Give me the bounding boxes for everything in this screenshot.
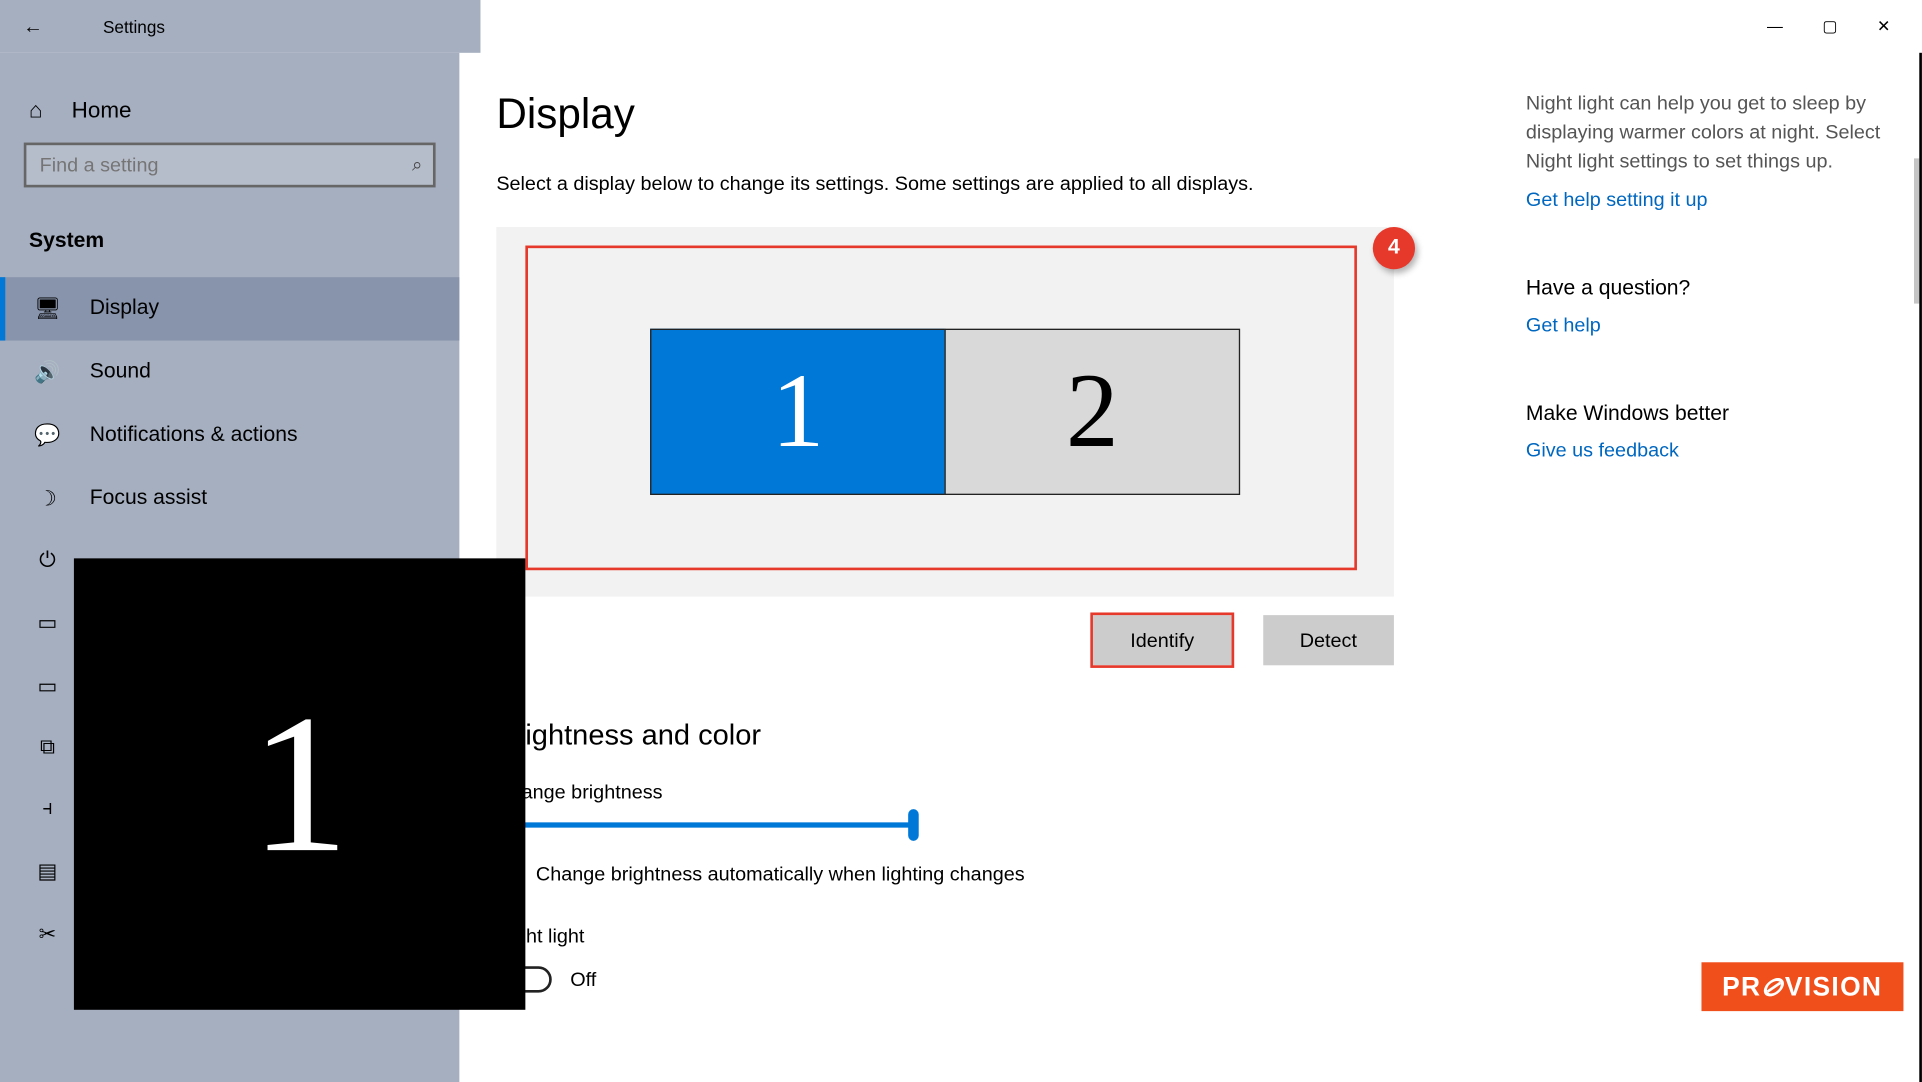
sound-icon: 🔊 <box>34 359 60 385</box>
page-intro: Select a display below to change its set… <box>496 173 1473 195</box>
night-light-label: Night light <box>496 925 1473 947</box>
sidebar-item-label: Sound <box>90 360 151 384</box>
power-icon: ⏻ <box>34 549 60 573</box>
title-bar: ← Settings — ▢ ✕ <box>0 0 1922 53</box>
display-icon: 🖥 <box>34 296 60 322</box>
identify-button[interactable]: Identify <box>1093 615 1231 665</box>
shared-icon: ✂ <box>34 921 60 947</box>
home-icon: ⌂ <box>29 98 43 124</box>
identify-overlay: 1 <box>74 558 525 1009</box>
display-arrangement-area[interactable]: 4 1 2 <box>496 227 1394 597</box>
tablet-icon: ⧉ <box>34 737 60 761</box>
sidebar-item-sound[interactable]: 🔊 Sound <box>0 341 459 404</box>
auto-brightness-label: Change brightness automatically when lig… <box>536 863 1025 885</box>
search-icon: ⌕ <box>412 153 422 175</box>
sidebar-item-notifications[interactable]: 💬 Notifications & actions <box>0 404 459 467</box>
have-question-heading: Have a question? <box>1526 278 1882 302</box>
search-input[interactable] <box>24 143 436 188</box>
sidebar-item-display[interactable]: 🖥 Display <box>0 277 459 340</box>
multitasking-icon: ⫞ <box>34 797 60 821</box>
sidebar-item-label: Display <box>90 297 159 321</box>
back-button[interactable]: ← <box>0 15 66 37</box>
minimize-button[interactable]: — <box>1767 17 1783 35</box>
project-icon: ▤ <box>34 858 60 884</box>
focus-icon: ☽ <box>34 486 60 512</box>
section-brightness-color: Brightness and color <box>496 718 1473 752</box>
sidebar-home[interactable]: ⌂ Home <box>0 84 459 142</box>
annotation-badge: 4 <box>1373 227 1415 269</box>
sidebar-item-focus-assist[interactable]: ☽ Focus assist <box>0 467 459 530</box>
night-light-help-link[interactable]: Get help setting it up <box>1526 189 1708 211</box>
monitor-2[interactable]: 2 <box>944 329 1240 495</box>
notifications-icon: 💬 <box>34 422 60 448</box>
close-button[interactable]: ✕ <box>1877 17 1890 35</box>
make-windows-better-heading: Make Windows better <box>1526 403 1882 427</box>
sidebar-group-system: System <box>0 211 459 277</box>
battery-icon: ▭ <box>34 610 60 636</box>
brightness-label: Change brightness <box>496 781 1473 803</box>
detect-button[interactable]: Detect <box>1263 615 1394 665</box>
night-light-help-text: Night light can help you get to sleep by… <box>1526 90 1882 176</box>
night-light-state: Off <box>570 968 596 990</box>
help-panel: Night light can help you get to sleep by… <box>1526 90 1922 1082</box>
brightness-slider[interactable] <box>496 822 913 827</box>
maximize-button[interactable]: ▢ <box>1822 17 1837 35</box>
sidebar-item-label: Focus assist <box>90 487 207 511</box>
slider-thumb[interactable] <box>908 809 919 841</box>
get-help-link[interactable]: Get help <box>1526 314 1601 336</box>
give-feedback-link[interactable]: Give us feedback <box>1526 440 1679 462</box>
page-title: Display <box>496 90 1473 139</box>
sidebar-item-label: Notifications & actions <box>90 424 298 448</box>
window-title: Settings <box>103 17 165 37</box>
storage-icon: ▭ <box>34 673 60 699</box>
sidebar-home-label: Home <box>72 98 132 124</box>
provision-logo: PR⊘VISION <box>1701 962 1903 1011</box>
monitor-1[interactable]: 1 <box>650 329 946 495</box>
